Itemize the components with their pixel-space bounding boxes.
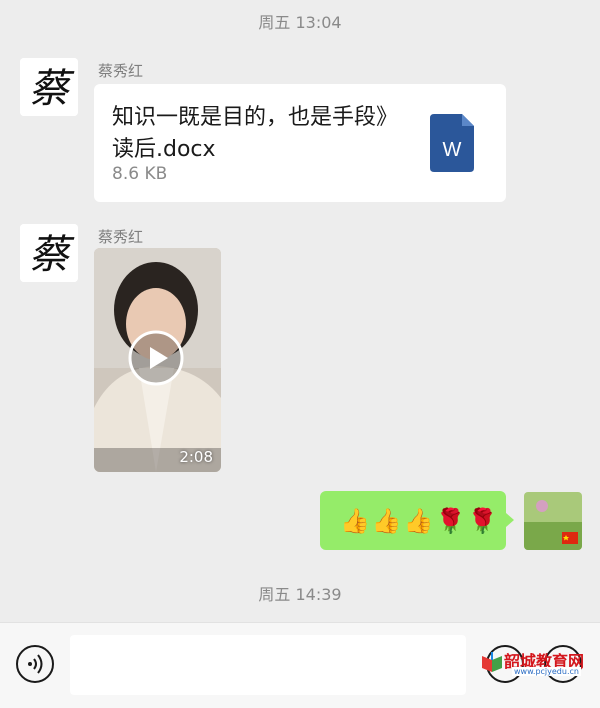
- sender-name: 蔡秀红: [98, 62, 144, 80]
- word-letter: W: [443, 139, 462, 161]
- voice-input-button[interactable]: [16, 645, 54, 683]
- watermark-url: www.pcjyedu.cn: [512, 667, 581, 676]
- file-size: 8.6 KB: [112, 164, 168, 184]
- landscape-avatar-icon: [524, 492, 582, 550]
- emoji-content: 👍👍👍🌹🌹: [340, 507, 500, 535]
- video-duration: 2:08: [179, 448, 213, 466]
- timestamp: 周五 14:39: [258, 585, 342, 604]
- file-message-bubble[interactable]: 知识一既是目的，也是手段》读后.docx 8.6 KB W: [94, 84, 506, 202]
- avatar-char: 蔡: [29, 232, 75, 278]
- word-doc-icon: W: [430, 114, 474, 172]
- video-message-thumbnail[interactable]: 2:08: [94, 248, 221, 472]
- contact-avatar[interactable]: 蔡: [20, 58, 78, 116]
- sender-name: 蔡秀红: [98, 228, 144, 246]
- message-input[interactable]: [70, 635, 466, 695]
- book-logo-icon: [482, 652, 502, 672]
- voice-icon: [28, 654, 43, 674]
- timestamp: 周五 13:04: [258, 13, 342, 32]
- calligraphy-avatar-icon: 蔡: [20, 224, 78, 282]
- file-title: 知识一既是目的，也是手段》读后.docx: [112, 105, 399, 162]
- contact-avatar[interactable]: 蔡: [20, 224, 78, 282]
- avatar-char: 蔡: [29, 66, 75, 112]
- site-watermark: 韶城教育网 www.pcjyedu.cn: [478, 646, 586, 678]
- self-avatar[interactable]: [524, 492, 582, 550]
- calligraphy-avatar-icon: 蔡: [20, 58, 78, 116]
- self-message-bubble[interactable]: 👍👍👍🌹🌹: [320, 491, 514, 550]
- play-icon[interactable]: [128, 330, 184, 386]
